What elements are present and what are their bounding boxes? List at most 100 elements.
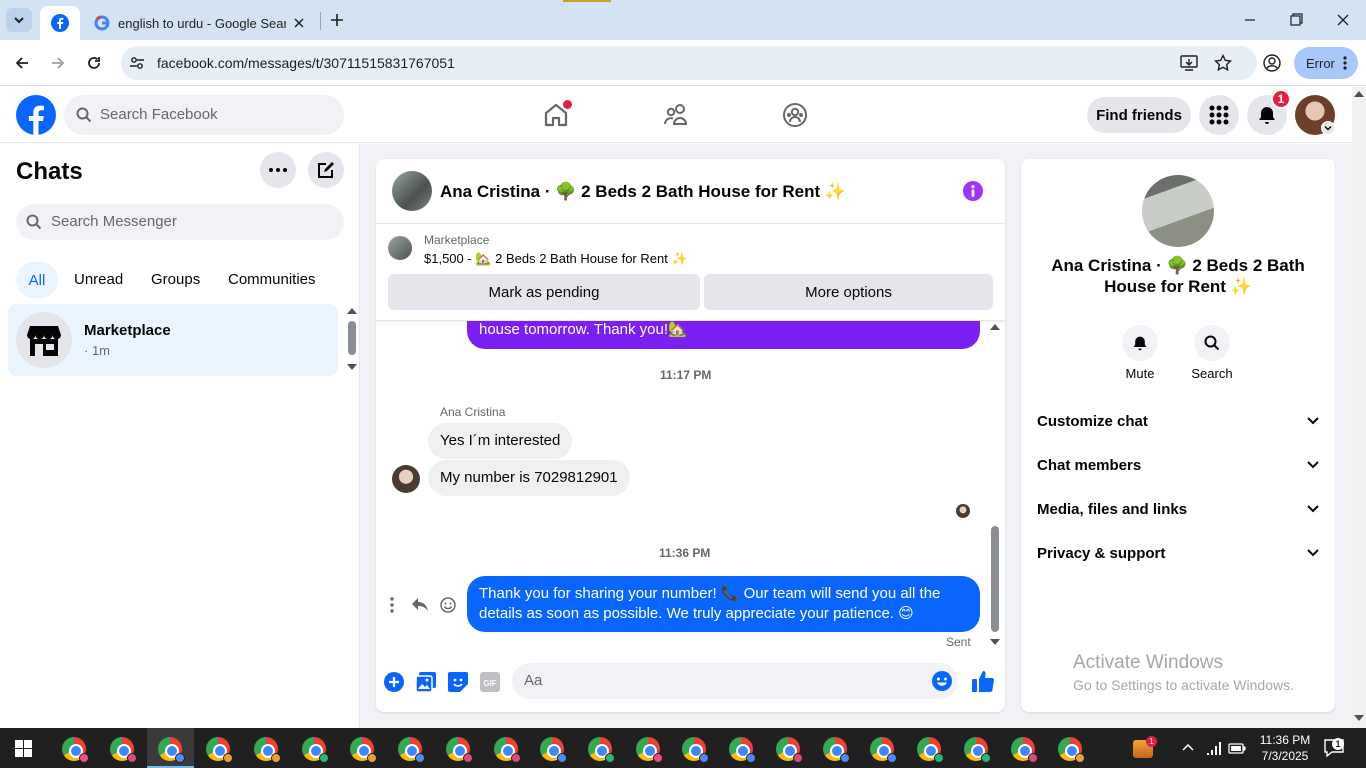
search-conversation-button[interactable] xyxy=(1194,325,1230,361)
chrome-taskbar-icon[interactable] xyxy=(254,737,281,763)
outgoing-message-partial[interactable]: house tomorrow. Thank you!🏡 xyxy=(467,321,980,349)
chrome-taskbar-icon[interactable] xyxy=(540,737,567,763)
tab-facebook[interactable] xyxy=(40,6,80,40)
chrome-taskbar-icon[interactable] xyxy=(870,737,897,763)
forward-icon[interactable] xyxy=(50,55,66,71)
scroll-down-icon[interactable] xyxy=(990,639,1000,645)
media-files-links-row[interactable]: Media, files and links xyxy=(1037,487,1319,531)
reply-icon[interactable] xyxy=(412,598,428,612)
chrome-taskbar-icon[interactable] xyxy=(110,737,137,763)
add-more-icon[interactable] xyxy=(384,672,404,692)
chrome-taskbar-icon[interactable] xyxy=(62,737,89,763)
chat-list-item[interactable]: Marketplace · 1m xyxy=(8,304,338,376)
chrome-taskbar-icon[interactable] xyxy=(302,737,329,763)
system-clock[interactable]: 11:36 PM 7/3/2025 xyxy=(1252,732,1318,764)
message-scroll-thumb[interactable] xyxy=(991,526,999,632)
emoji-icon[interactable] xyxy=(932,671,952,691)
profile-error-button[interactable]: Error xyxy=(1294,47,1358,79)
search-action[interactable]: Search xyxy=(1190,325,1234,381)
filter-all[interactable]: All xyxy=(16,262,58,298)
action-center-button[interactable]: 1 xyxy=(1324,738,1344,757)
chrome-taskbar-icon[interactable] xyxy=(917,737,944,763)
conversation-info-button[interactable] xyxy=(963,181,983,201)
show-hidden-icons-icon[interactable] xyxy=(1182,743,1194,751)
battery-icon[interactable] xyxy=(1228,742,1246,754)
chrome-taskbar-icon[interactable] xyxy=(446,737,473,763)
message-more-icon[interactable] xyxy=(390,597,394,613)
chat-members-row[interactable]: Chat members xyxy=(1037,443,1319,487)
nav-groups[interactable] xyxy=(775,95,815,135)
page-scrollbar[interactable] xyxy=(1352,87,1366,728)
close-tab-icon[interactable] xyxy=(294,18,304,28)
chrome-taskbar-icon[interactable] xyxy=(1058,737,1085,763)
privacy-support-row[interactable]: Privacy & support xyxy=(1037,531,1319,575)
scroll-up-icon[interactable] xyxy=(1354,91,1364,97)
find-friends-button[interactable]: Find friends xyxy=(1087,97,1191,133)
conversation-avatar[interactable] xyxy=(392,171,432,211)
profile-photo[interactable] xyxy=(1142,175,1214,247)
chrome-taskbar-icon[interactable] xyxy=(588,737,615,763)
incoming-message[interactable]: Yes I´m interested xyxy=(428,423,573,459)
new-tab-icon[interactable] xyxy=(330,13,344,27)
restore-icon[interactable] xyxy=(1290,13,1303,26)
chrome-taskbar-icon[interactable] xyxy=(494,737,521,763)
notifications-button[interactable]: 1 xyxy=(1247,89,1291,135)
scroll-down-icon[interactable] xyxy=(1354,715,1364,721)
nav-home[interactable] xyxy=(536,95,576,135)
listing-thumbnail[interactable] xyxy=(388,236,412,260)
chrome-taskbar-icon[interactable] xyxy=(398,737,425,763)
new-message-button[interactable] xyxy=(308,152,344,188)
sticker-icon[interactable] xyxy=(448,672,468,692)
mark-as-pending-button[interactable]: Mark as pending xyxy=(388,274,700,310)
mute-button[interactable] xyxy=(1122,325,1158,361)
incoming-message[interactable]: My number is 7029812901 xyxy=(428,460,630,496)
chrome-taskbar-icon[interactable] xyxy=(729,737,756,763)
scroll-up-icon[interactable] xyxy=(347,308,357,314)
sender-avatar[interactable] xyxy=(392,465,420,493)
filter-unread[interactable]: Unread xyxy=(74,271,123,288)
attach-image-icon[interactable] xyxy=(416,672,436,692)
thumbs-up-icon[interactable] xyxy=(972,670,994,692)
more-options-button[interactable]: More options xyxy=(704,274,993,310)
scroll-up-icon[interactable] xyxy=(990,324,1000,330)
gif-icon[interactable]: GIF xyxy=(480,672,500,692)
profile-avatar-button[interactable] xyxy=(1295,95,1335,135)
tab-google-search[interactable]: english to urdu - Google Search xyxy=(84,6,320,40)
chrome-taskbar-icon[interactable] xyxy=(823,737,850,763)
bookmark-star-icon[interactable] xyxy=(1214,54,1232,72)
chrome-taskbar-icon[interactable] xyxy=(206,737,233,763)
chrome-taskbar-icon[interactable] xyxy=(636,737,663,763)
chrome-taskbar-icon[interactable] xyxy=(682,737,709,763)
account-icon[interactable] xyxy=(1263,54,1281,72)
mute-action[interactable]: Mute xyxy=(1120,325,1160,381)
scroll-down-icon[interactable] xyxy=(347,364,357,370)
customize-chat-row[interactable]: Customize chat xyxy=(1037,399,1319,443)
chrome-taskbar-icon[interactable] xyxy=(158,737,185,763)
listing-text[interactable]: $1,500 - 🏡 2 Beds 2 Bath House for Rent … xyxy=(424,251,688,267)
minimize-icon[interactable] xyxy=(1244,14,1256,26)
filter-groups[interactable]: Groups xyxy=(151,271,200,288)
back-icon[interactable] xyxy=(14,55,30,71)
menu-button[interactable] xyxy=(1199,95,1239,135)
windows-start-icon[interactable] xyxy=(15,740,32,757)
close-window-icon[interactable] xyxy=(1337,14,1349,26)
outgoing-message[interactable]: Thank you for sharing your number! 📞 Our… xyxy=(467,576,980,632)
search-messenger-field[interactable]: Search Messenger xyxy=(16,204,344,240)
scroll-thumb[interactable] xyxy=(348,321,356,355)
react-icon[interactable] xyxy=(440,597,456,613)
chrome-taskbar-icon[interactable] xyxy=(776,737,803,763)
message-input[interactable]: Aa xyxy=(512,663,958,699)
install-app-icon[interactable] xyxy=(1180,55,1198,71)
chat-list-scrollbar[interactable] xyxy=(345,306,359,372)
nav-friends[interactable] xyxy=(656,95,696,135)
chrome-taskbar-icon[interactable] xyxy=(350,737,377,763)
facebook-logo-icon[interactable] xyxy=(16,95,56,135)
chat-options-button[interactable] xyxy=(260,152,296,188)
reload-icon[interactable] xyxy=(86,55,102,71)
tray-app-icon[interactable]: 1 xyxy=(1133,736,1157,758)
conversation-title[interactable]: Ana Cristina · 🌳 2 Beds 2 Bath House for… xyxy=(440,182,846,202)
chrome-taskbar-icon[interactable] xyxy=(964,737,991,763)
search-facebook-field[interactable]: Search Facebook xyxy=(64,95,344,135)
site-settings-icon[interactable] xyxy=(129,55,145,71)
chrome-taskbar-icon[interactable] xyxy=(1011,737,1038,763)
